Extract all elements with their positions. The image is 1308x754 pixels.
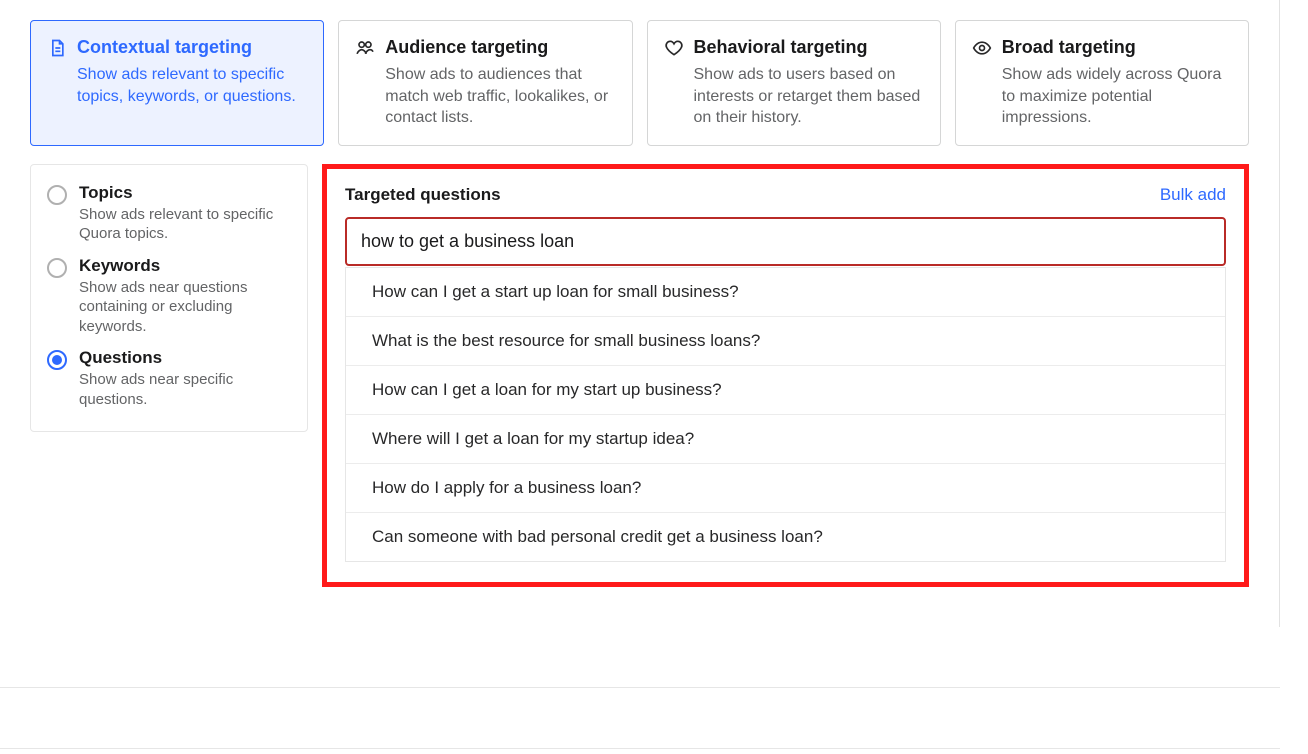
option-description: Show ads near questions containing or ex… [79,278,291,337]
question-suggestion[interactable]: Where will I get a loan for my startup i… [346,414,1225,463]
question-suggestion[interactable]: How do I apply for a business loan? [346,463,1225,512]
question-suggestion[interactable]: What is the best resource for small busi… [346,316,1225,365]
card-description: Show ads to audiences that match web tra… [355,64,615,129]
targeted-questions-panel: Targeted questions Bulk add How can I ge… [322,164,1249,587]
bulk-add-link[interactable]: Bulk add [1160,185,1226,205]
targeting-card-audience[interactable]: Audience targeting Show ads to audiences … [338,20,632,146]
question-suggestions-list: How can I get a start up loan for small … [345,267,1226,562]
option-description: Show ads relevant to specific Quora topi… [79,205,291,244]
contextual-option-topics[interactable]: TopicsShow ads relevant to specific Quor… [47,181,291,254]
card-description: Show ads widely across Quora to maximize… [972,64,1232,129]
card-title: Contextual targeting [77,37,252,58]
radio-icon [47,350,67,370]
targeting-card-behavioral[interactable]: Behavioral targeting Show ads to users ba… [647,20,941,146]
question-suggestion[interactable]: How can I get a start up loan for small … [346,267,1225,316]
panel-title: Targeted questions [345,185,501,205]
option-title: Questions [79,348,291,368]
radio-icon [47,185,67,205]
card-title: Broad targeting [1002,37,1136,58]
heart-icon [664,38,684,58]
question-suggestion[interactable]: Can someone with bad personal credit get… [346,512,1225,561]
option-description: Show ads near specific questions. [79,370,291,409]
option-title: Keywords [79,256,291,276]
question-search-input[interactable] [345,217,1226,266]
users-icon [355,38,375,58]
divider [0,687,1280,749]
contextual-option-keywords[interactable]: KeywordsShow ads near questions containi… [47,254,291,347]
card-description: Show ads to users based on interests or … [664,64,924,129]
option-title: Topics [79,183,291,203]
radio-icon [47,258,67,278]
card-title: Behavioral targeting [694,37,868,58]
contextual-options-panel: TopicsShow ads relevant to specific Quor… [30,164,308,433]
targeting-card-broad[interactable]: Broad targeting Show ads widely across Qu… [955,20,1249,146]
question-suggestion[interactable]: How can I get a loan for my start up bus… [346,365,1225,414]
targeting-card-contextual[interactable]: Contextual targeting Show ads relevant to… [30,20,324,146]
card-title: Audience targeting [385,37,548,58]
eye-icon [972,38,992,58]
contextual-option-questions[interactable]: QuestionsShow ads near specific question… [47,346,291,409]
targeting-type-cards: Contextual targeting Show ads relevant to… [30,20,1249,146]
document-icon [47,38,67,58]
card-description: Show ads relevant to specific topics, ke… [47,64,307,107]
